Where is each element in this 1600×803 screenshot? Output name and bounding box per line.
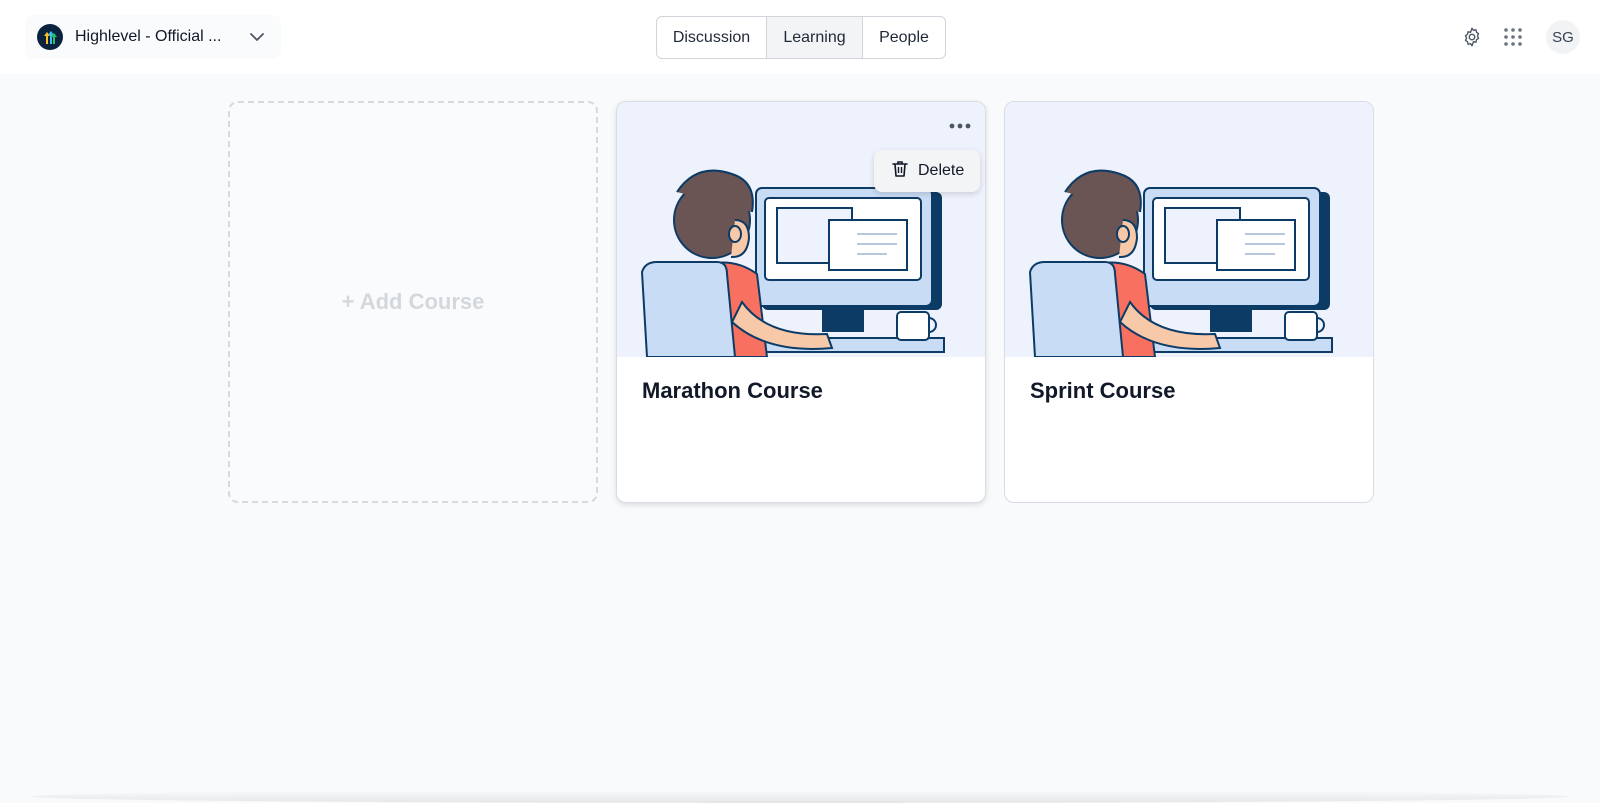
tab-learning[interactable]: Learning <box>767 17 863 58</box>
chevron-down-icon[interactable] <box>249 32 265 42</box>
delete-label: Delete <box>918 162 965 179</box>
settings-gear-icon[interactable] <box>1460 25 1484 49</box>
org-name: Highlevel - Official ... <box>75 28 222 45</box>
tab-discussion[interactable]: Discussion <box>657 17 767 58</box>
top-header: Highlevel - Official ... Discussion Lear… <box>0 0 1600 74</box>
org-switcher[interactable]: Highlevel - Official ... <box>25 15 281 59</box>
course-illustration <box>1005 102 1373 358</box>
apps-grid-icon[interactable] <box>1501 25 1525 49</box>
more-options-icon[interactable] <box>942 114 978 138</box>
add-course-card[interactable]: + Add Course <box>228 101 598 503</box>
org-logo-icon <box>37 24 63 50</box>
course-title: Sprint Course <box>1030 378 1176 403</box>
course-title: Marathon Course <box>642 378 823 403</box>
bottom-shadow <box>30 790 1570 803</box>
trash-icon <box>892 160 908 183</box>
tab-people[interactable]: People <box>863 17 945 58</box>
course-illustration <box>617 102 985 358</box>
course-card-sprint[interactable]: Sprint Course <box>1004 101 1374 503</box>
user-avatar[interactable]: SG <box>1546 20 1580 54</box>
main-tabs: Discussion Learning People <box>656 16 946 59</box>
delete-menu-item[interactable]: Delete <box>874 150 980 192</box>
add-course-label: + Add Course <box>341 289 485 314</box>
